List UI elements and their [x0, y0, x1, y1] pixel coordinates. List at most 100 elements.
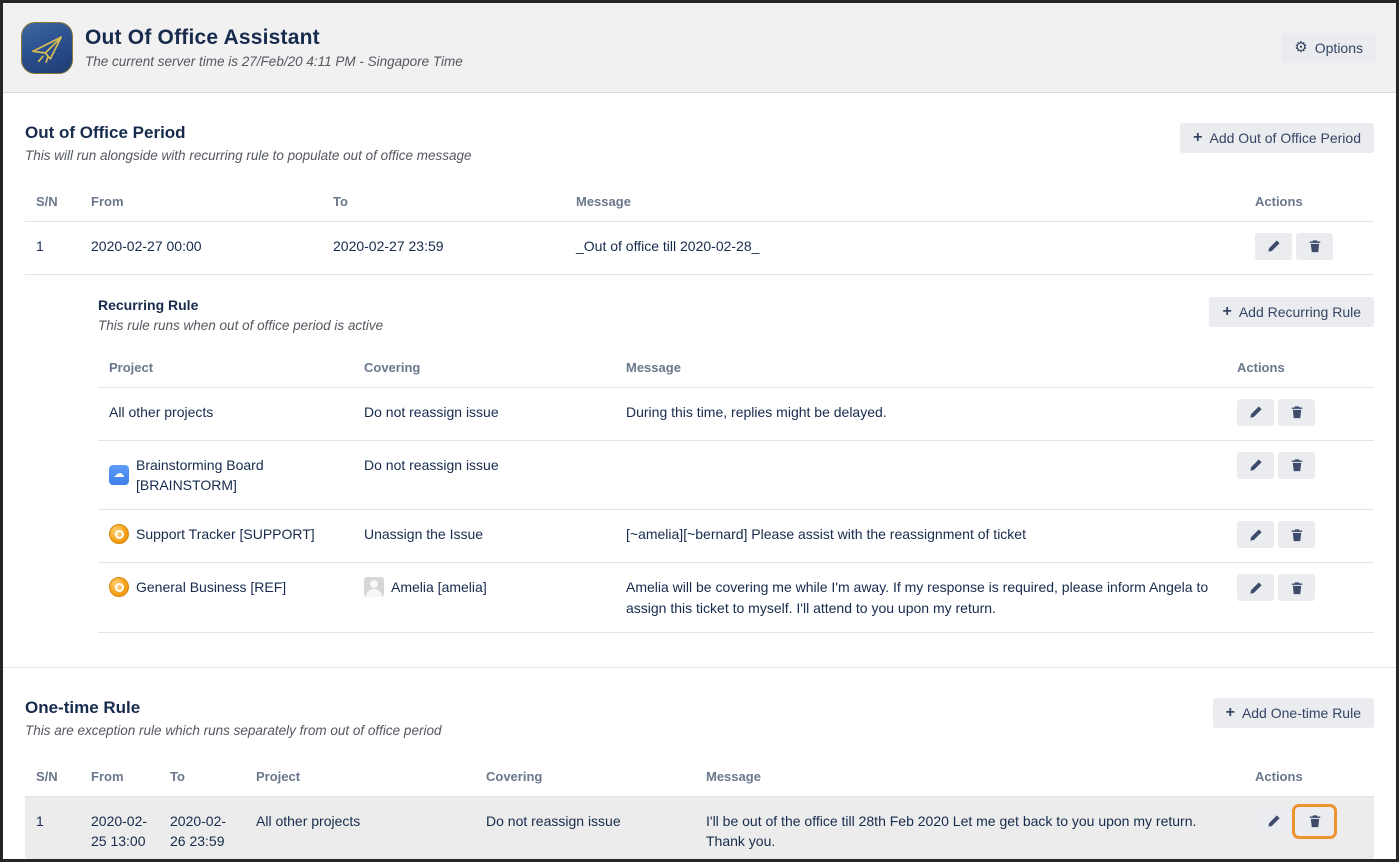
onetime-section-title: One-time Rule	[25, 698, 441, 718]
delete-button[interactable]	[1296, 233, 1333, 260]
section-divider	[3, 667, 1396, 668]
pencil-icon	[1249, 528, 1263, 542]
recurring-section-title: Recurring Rule	[98, 297, 383, 313]
covering-value: Do not reassign issue	[353, 441, 615, 489]
add-one-time-rule-button[interactable]: + Add One-time Rule	[1213, 698, 1374, 728]
project-cell: General Business [REF]	[98, 563, 353, 611]
message-value: Amelia will be covering me while I'm awa…	[615, 563, 1226, 632]
options-button[interactable]: ⚙ Options	[1281, 33, 1376, 63]
col-from: From	[80, 185, 322, 221]
col-covering: Covering	[475, 760, 695, 796]
col-project: Project	[98, 351, 353, 387]
user-avatar	[364, 577, 384, 597]
project-value: General Business [REF]	[136, 577, 286, 597]
server-time-text: The current server time is 27/Feb/20 4:1…	[85, 54, 1281, 69]
recurring-table: Project Covering Message Actions All oth…	[98, 351, 1374, 633]
brainstorm-project-icon: ☁	[109, 465, 129, 485]
edit-button[interactable]	[1255, 808, 1292, 835]
edit-button[interactable]	[1237, 574, 1274, 601]
delete-button-highlighted[interactable]	[1296, 808, 1333, 835]
page-title: Out Of Office Assistant	[85, 26, 1281, 50]
paper-plane-app-icon	[21, 22, 73, 74]
add-out-of-office-period-button[interactable]: + Add Out of Office Period	[1180, 123, 1374, 153]
col-message: Message	[695, 760, 1244, 796]
col-from: From	[80, 760, 159, 796]
recurring-section-heading: Recurring Rule This rule runs when out o…	[98, 297, 383, 333]
row-actions	[1226, 388, 1374, 440]
delete-button[interactable]	[1278, 452, 1315, 479]
plus-icon: +	[1193, 130, 1202, 146]
add-recurring-label: Add Recurring Rule	[1239, 304, 1361, 320]
pencil-icon	[1249, 458, 1263, 472]
table-row: All other projects Do not reassign issue…	[98, 388, 1374, 441]
col-sn: S/N	[25, 760, 80, 796]
pencil-icon	[1249, 581, 1263, 595]
paper-plane-icon	[27, 28, 67, 68]
col-message: Message	[615, 351, 1226, 387]
edit-button[interactable]	[1237, 399, 1274, 426]
delete-button[interactable]	[1278, 574, 1315, 601]
covering-value: Amelia [amelia]	[391, 577, 487, 597]
table-row: ☁ Brainstorming Board [BRAINSTORM] Do no…	[98, 441, 1374, 511]
project-value: Brainstorming Board [BRAINSTORM]	[136, 455, 345, 496]
covering-value: Unassign the Issue	[353, 510, 615, 558]
onetime-table-header: S/N From To Project Covering Message Act…	[25, 760, 1374, 797]
options-button-label: Options	[1315, 40, 1363, 56]
message-value	[615, 441, 1226, 469]
row-actions	[1226, 441, 1374, 493]
covering-value: Do not reassign issue	[475, 797, 695, 845]
plus-icon: +	[1226, 705, 1235, 721]
support-project-icon	[109, 524, 129, 544]
sn-value: 1	[25, 797, 80, 845]
app-header: Out Of Office Assistant The current serv…	[3, 3, 1396, 93]
oop-section-subtitle: This will run alongside with recurring r…	[25, 148, 471, 163]
add-oop-label: Add Out of Office Period	[1210, 130, 1362, 146]
from-value: 2020-02-27 00:00	[80, 222, 322, 270]
message-value: I'll be out of the office till 28th Feb …	[695, 797, 1244, 862]
oop-table-header: S/N From To Message Actions	[25, 185, 1374, 222]
row-actions	[1226, 563, 1374, 615]
trash-icon	[1290, 581, 1304, 595]
delete-button[interactable]	[1278, 399, 1315, 426]
from-value: 2020-02-25 13:00	[80, 797, 159, 862]
edit-button[interactable]	[1237, 521, 1274, 548]
oop-section-heading: Out of Office Period This will run along…	[25, 123, 471, 163]
table-row-highlighted: 1 2020-02-25 13:00 2020-02-26 23:59 All …	[25, 797, 1374, 862]
add-onetime-label: Add One-time Rule	[1242, 705, 1361, 721]
table-row: Support Tracker [SUPPORT] Unassign the I…	[98, 510, 1374, 563]
covering-value: Do not reassign issue	[353, 388, 615, 436]
recurring-section-subtitle: This rule runs when out of office period…	[98, 318, 383, 333]
col-to: To	[159, 760, 245, 796]
trash-icon	[1290, 405, 1304, 419]
message-value: During this time, replies might be delay…	[615, 388, 1226, 436]
covering-cell: Amelia [amelia]	[353, 563, 615, 611]
plus-icon: +	[1222, 304, 1231, 320]
edit-button[interactable]	[1255, 233, 1292, 260]
col-actions: Actions	[1244, 185, 1374, 221]
table-row: 1 2020-02-27 00:00 2020-02-27 23:59 _Out…	[25, 222, 1374, 275]
to-value: 2020-02-27 23:59	[322, 222, 565, 270]
sn-value: 1	[25, 222, 80, 270]
header-titles: Out Of Office Assistant The current serv…	[85, 26, 1281, 69]
edit-button[interactable]	[1237, 452, 1274, 479]
one-time-rule-section: One-time Rule This are exception rule wh…	[25, 698, 1374, 862]
onetime-table: S/N From To Project Covering Message Act…	[25, 760, 1374, 862]
gear-icon: ⚙	[1294, 40, 1307, 55]
project-value: All other projects	[245, 797, 475, 845]
trash-icon	[1308, 814, 1322, 828]
pencil-icon	[1267, 814, 1281, 828]
trash-icon	[1290, 528, 1304, 542]
message-value: _Out of office till 2020-02-28_	[565, 222, 1244, 270]
add-recurring-rule-button[interactable]: + Add Recurring Rule	[1209, 297, 1374, 327]
project-value: All other projects	[98, 388, 353, 436]
oop-table: S/N From To Message Actions 1 2020-02-27…	[25, 185, 1374, 275]
delete-button[interactable]	[1278, 521, 1315, 548]
oop-section-title: Out of Office Period	[25, 123, 471, 143]
main-content: Out of Office Period This will run along…	[3, 93, 1396, 862]
pencil-icon	[1249, 405, 1263, 419]
col-sn: S/N	[25, 185, 80, 221]
to-value: 2020-02-26 23:59	[159, 797, 245, 862]
row-actions	[1244, 797, 1374, 849]
out-of-office-period-section: Out of Office Period This will run along…	[25, 123, 1374, 633]
project-cell: Support Tracker [SUPPORT]	[98, 510, 353, 558]
